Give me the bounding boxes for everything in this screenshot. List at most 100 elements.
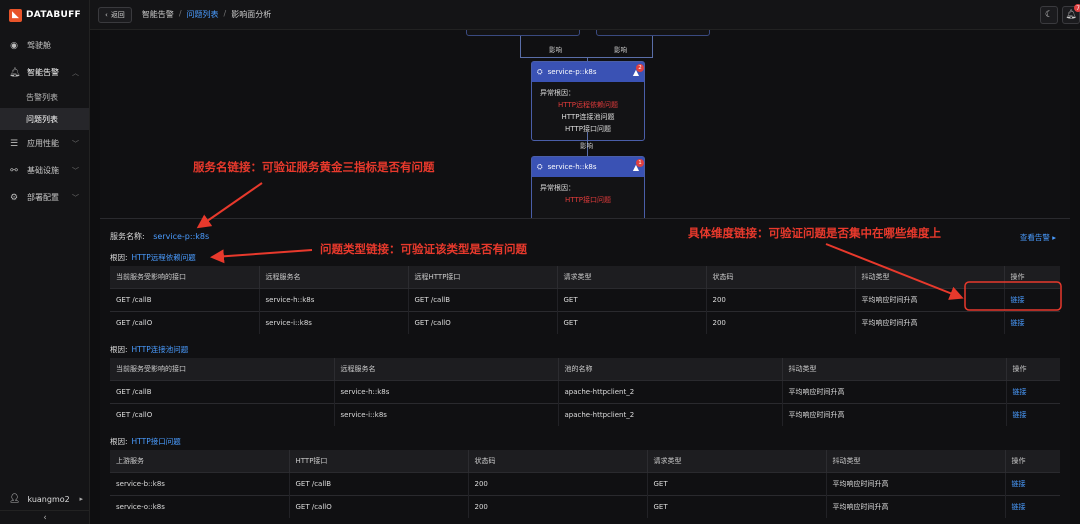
edge-label: 影响 [580, 142, 593, 150]
table-cell: service-h::k8s [334, 379, 559, 403]
root-cause-title: 异常根因： [540, 89, 575, 97]
dimension-link[interactable]: 链接 [1004, 287, 1060, 311]
logo[interactable]: ◣ DATABUFF [0, 0, 89, 30]
table-cell: 平均响应时间升高 [782, 402, 1007, 426]
column-header: 操作 [1006, 358, 1060, 380]
annotation-problem-type-link: 问题类型链接：可验证该类型是否有问题 [320, 242, 527, 256]
root-cause-item: HTTP接口问题 [565, 196, 611, 204]
dimension-link[interactable]: 链接 [1005, 494, 1060, 518]
table-cell: 200 [706, 310, 856, 334]
chevron-right-icon: ▸ [79, 495, 83, 503]
alert-icon: ▲ 2 [633, 63, 644, 77]
root-cause-title: 异常根因： [540, 184, 575, 192]
breadcrumb-item-problem-list[interactable]: 问题列表 [187, 9, 219, 20]
sidebar: ◣ DATABUFF ◉ 驾驶舱 🔔︎ 智能告警 ︿ 告警列表 问题列表 ☰ 应… [0, 0, 90, 524]
chevron-down-icon: ﹀ [72, 193, 79, 202]
table-row: GET /callB service-h::k8s GET /callB GET… [110, 287, 1060, 311]
root-cause-link[interactable]: HTTP远程依赖问题 [132, 253, 196, 262]
sidebar-item-infrastructure[interactable]: ⚯ 基础设施 ﹀ [0, 157, 89, 184]
node-upstream-partial[interactable] [466, 30, 580, 36]
table-cell: 200 [706, 287, 856, 311]
sidebar-item-alerts[interactable]: 🔔︎ 智能告警 ︿ [0, 59, 89, 86]
sidebar-item-dashboard[interactable]: ◉ 驾驶舱 [0, 32, 89, 59]
table-cell: service-h::k8s [259, 287, 409, 311]
column-header: 远程服务名 [259, 266, 409, 288]
root-cause-row: 根因: HTTP接口问题 [110, 436, 181, 447]
sidebar-item-app-performance[interactable]: ☰ 应用性能 ﹀ [0, 130, 89, 157]
table-cell: GET [557, 287, 707, 311]
table-cell: GET [557, 310, 707, 334]
column-header: 当前服务受影响的接口 [110, 266, 260, 288]
node-service-p[interactable]: ⛭ service-p::k8s ▲ 2 异常根因： HTTP远程依赖问题 HTT… [531, 61, 645, 141]
service-name-link[interactable]: service-p::k8s [153, 232, 209, 241]
node-body: 异常根因： HTTP接口问题 [532, 177, 644, 211]
node-upstream-partial[interactable] [596, 30, 710, 36]
header: ‹ 返回 智能告警 / 问题列表 / 影响面分析 ☾ 🔔︎ 7 [90, 0, 1080, 30]
bell-icon: 🔔︎ [1065, 10, 1077, 20]
root-cause-item: HTTP连接池问题 [561, 113, 615, 121]
dimension-link[interactable]: 链接 [1004, 310, 1060, 334]
table-cell: service-i::k8s [259, 310, 409, 334]
table-cell: 200 [468, 494, 648, 518]
sidebar-item-label: 驾驶舱 [27, 41, 51, 50]
table-row: GET /callO service-i::k8s apache-httpcli… [110, 402, 1060, 426]
edge-label: 影响 [549, 46, 562, 54]
breadcrumb-item-alerts[interactable]: 智能告警 [142, 9, 174, 20]
table-cell: apache-httpclient_2 [558, 379, 783, 403]
node-service-h[interactable]: ⛭ service-h::k8s ▲ 1 异常根因： HTTP接口问题 [531, 156, 645, 218]
root-cause-link[interactable]: HTTP接口问题 [132, 437, 181, 446]
topology-graph[interactable]: 影响 影响 ⛭ service-p::k8s ▲ 2 异常根因： HTTP远程依赖… [100, 30, 1070, 218]
table-cell: GET [647, 471, 827, 495]
column-header: 操作 [1005, 450, 1060, 472]
sidebar-subitem-problem-list[interactable]: 问题列表 [0, 108, 89, 130]
root-cause-item: HTTP接口问题 [565, 125, 611, 133]
logo-text: DATABUFF [26, 10, 82, 20]
table-cell: 平均响应时间升高 [826, 494, 1006, 518]
column-header: 状态码 [468, 450, 648, 472]
root-cause-link[interactable]: HTTP连接池问题 [132, 345, 189, 354]
edge-line [520, 57, 652, 58]
moon-icon: ☾ [1044, 10, 1054, 20]
app-performance-icon: ☰ [9, 138, 19, 149]
column-header: 抖动类型 [826, 450, 1006, 472]
sidebar-subitem-alert-list[interactable]: 告警列表 [0, 86, 89, 108]
column-header: 当前服务受影响的接口 [110, 358, 335, 380]
theme-toggle-button[interactable]: ☾ [1040, 6, 1058, 24]
notification-button[interactable]: 🔔︎ 7 [1062, 4, 1080, 24]
infrastructure-icon: ⚯ [10, 165, 18, 176]
notification-count: 7 [1074, 4, 1080, 12]
user-menu[interactable]: 👤︎ kuangmo2 ▸ [9, 494, 83, 504]
table-row: service-o::k8s GET /callO 200 GET 平均响应时间… [110, 494, 1060, 518]
root-cause-label: 根因: [110, 253, 128, 262]
view-alerts-link[interactable]: 查看告警 ▸ [1020, 232, 1056, 243]
table-header-row: 上游服务 HTTP接口 状态码 请求类型 抖动类型 操作 [110, 450, 1060, 472]
table-cell: GET /callO [110, 310, 260, 334]
column-header: 远程HTTP接口 [408, 266, 558, 288]
dimension-link[interactable]: 链接 [1006, 379, 1060, 403]
table-cell: GET /callO [289, 494, 469, 518]
connection-pool-table: 当前服务受影响的接口 远程服务名 池的名称 抖动类型 操作 GET /callB… [110, 358, 1060, 426]
dimension-link[interactable]: 链接 [1006, 402, 1060, 426]
table-cell: GET /callB [289, 471, 469, 495]
root-cause-row: 根因: HTTP远程依赖问题 [110, 252, 196, 263]
column-header: HTTP接口 [289, 450, 469, 472]
column-header: 池的名称 [558, 358, 783, 380]
service-icon: ⛭ [537, 67, 543, 76]
edge-line [520, 36, 521, 58]
node-title: service-p::k8s [547, 68, 597, 76]
gear-icon: ⚙ [9, 192, 19, 203]
sidebar-item-label: 智能告警 [27, 68, 59, 77]
sidebar-item-deploy-config[interactable]: ⚙ 部署配置 ﹀ [0, 184, 89, 211]
column-header: 抖动类型 [782, 358, 1007, 380]
breadcrumb-separator: / [223, 9, 227, 18]
chevron-down-icon: ﹀ [72, 166, 79, 175]
back-button[interactable]: ‹ 返回 [98, 6, 132, 23]
dashboard-icon: ◉ [10, 40, 18, 51]
collapse-sidebar-button[interactable]: ‹ [0, 510, 90, 524]
dimension-link[interactable]: 链接 [1005, 471, 1060, 495]
root-cause-label: 根因: [110, 437, 128, 446]
alert-icon: ▲ 1 [633, 158, 644, 172]
root-cause-row: 根因: HTTP连接池问题 [110, 344, 188, 355]
table-cell: 200 [468, 471, 648, 495]
remote-dependency-table: 当前服务受影响的接口 远程服务名 远程HTTP接口 请求类型 状态码 抖动类型 … [110, 266, 1060, 334]
